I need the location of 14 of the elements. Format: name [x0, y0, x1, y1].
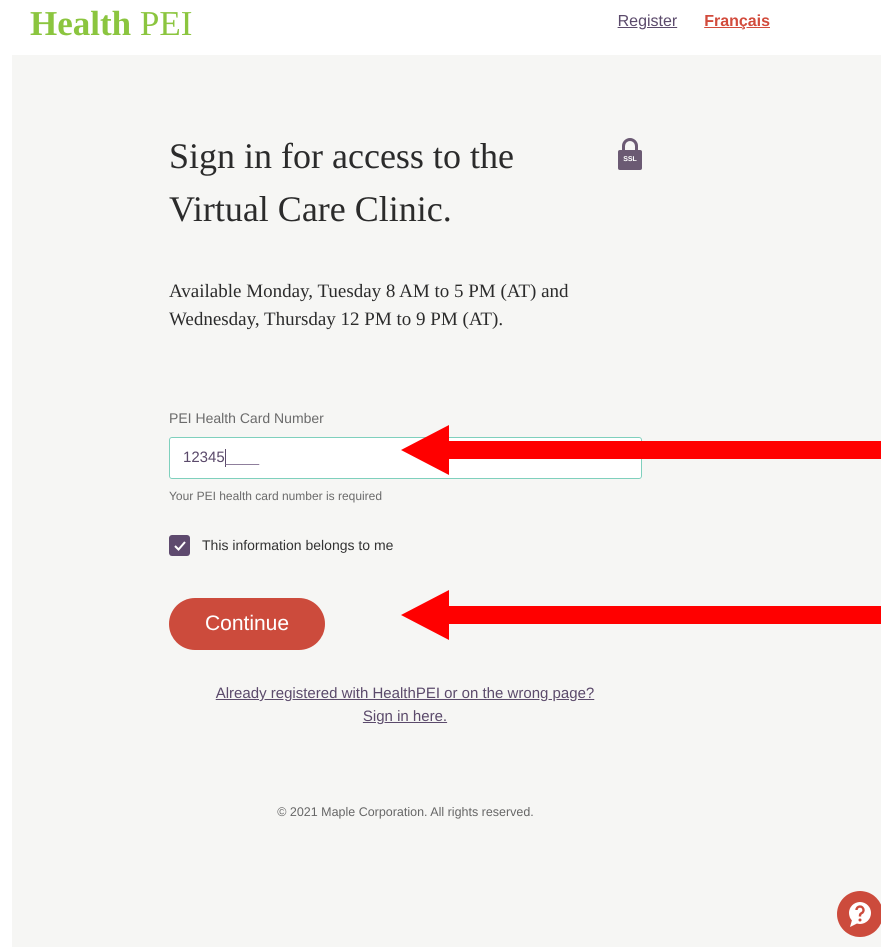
nav-link[interactable]: Register: [618, 10, 678, 34]
field-hint: Your PEI health card number is required: [169, 488, 384, 505]
nav-link[interactable]: Français: [704, 10, 770, 34]
checkbox-label: This information belongs to me: [202, 536, 394, 555]
page-title: Sign in for access to the Virtual Care Clinic.: [169, 135, 514, 231]
continue-button[interactable]: Continue: [169, 598, 325, 650]
arrow-icon: [401, 425, 881, 475]
field-label: PEI Health Card Number: [169, 409, 325, 428]
check-icon: [172, 538, 186, 552]
arrow-icon: [401, 590, 881, 640]
checkbox[interactable]: [169, 535, 190, 556]
availability-text: Available Monday, Tuesday 8 AM to 5 PM (AT) and Wednesday, Thursday 12 PM to 9 PM (AT).: [169, 280, 570, 332]
copyright-text: © 2021 Maple Corporation. All rights reserved.: [276, 804, 535, 821]
sign-in-link[interactable]: Already registered with HealthPEI or on the wrong page? Sign in here.: [169, 682, 641, 728]
